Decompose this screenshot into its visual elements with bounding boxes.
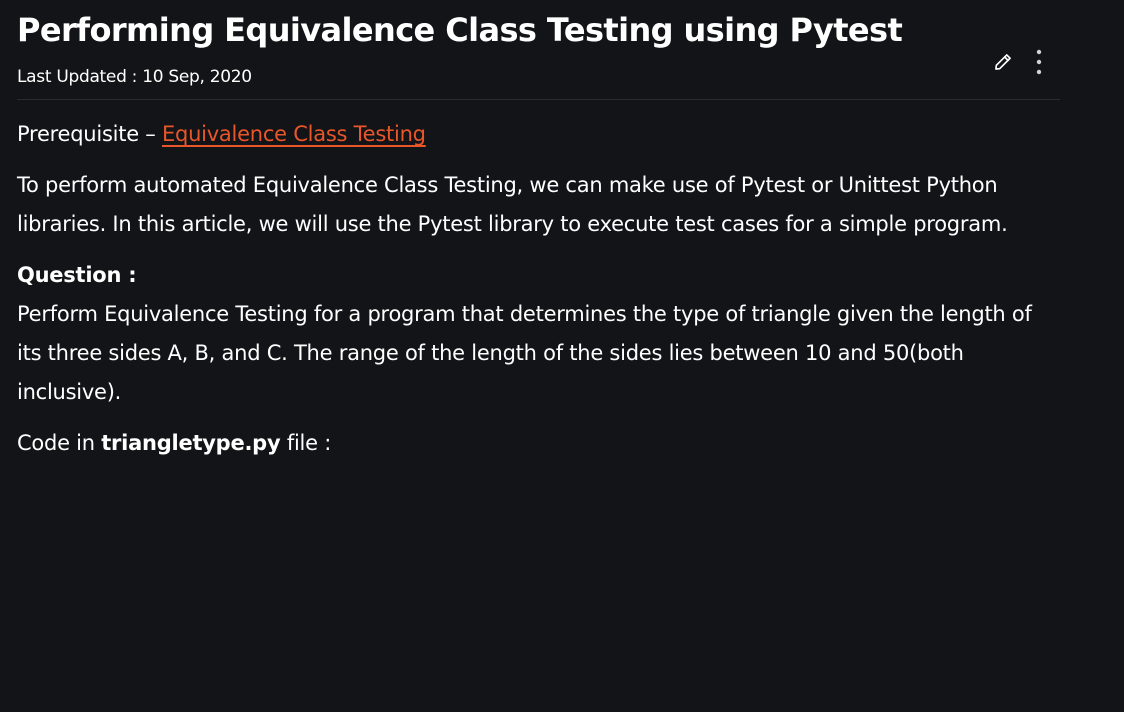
more-options-button[interactable] — [1028, 48, 1050, 76]
edit-button[interactable] — [992, 48, 1014, 76]
article-actions — [992, 48, 1050, 76]
code-prefix: Code in — [17, 431, 102, 455]
article-header: Performing Equivalence Class Testing usi… — [17, 0, 1060, 100]
last-updated-label: Last Updated : — [17, 67, 143, 87]
last-updated: Last Updated : 10 Sep, 2020 — [17, 66, 252, 88]
page-title: Performing Equivalence Class Testing usi… — [17, 11, 903, 49]
question-text: Perform Equivalence Testing for a progra… — [17, 302, 1032, 404]
article: Performing Equivalence Class Testing usi… — [17, 0, 1060, 463]
more-vertical-icon — [1036, 49, 1042, 75]
question-heading: Question : — [17, 263, 137, 287]
code-caption: Code in triangletype.py file : — [17, 424, 1060, 463]
prerequisite-link[interactable]: Equivalence Class Testing — [162, 122, 426, 146]
prerequisite: Prerequisite – Equivalence Class Testing — [17, 115, 1060, 154]
prerequisite-label: Prerequisite – — [17, 122, 162, 146]
code-filename: triangletype.py — [101, 431, 281, 455]
intro-paragraph: To perform automated Equivalence Class T… — [17, 173, 1008, 236]
pencil-icon — [995, 54, 1011, 70]
code-suffix: file : — [280, 431, 332, 455]
last-updated-date: 10 Sep, 2020 — [142, 67, 252, 87]
